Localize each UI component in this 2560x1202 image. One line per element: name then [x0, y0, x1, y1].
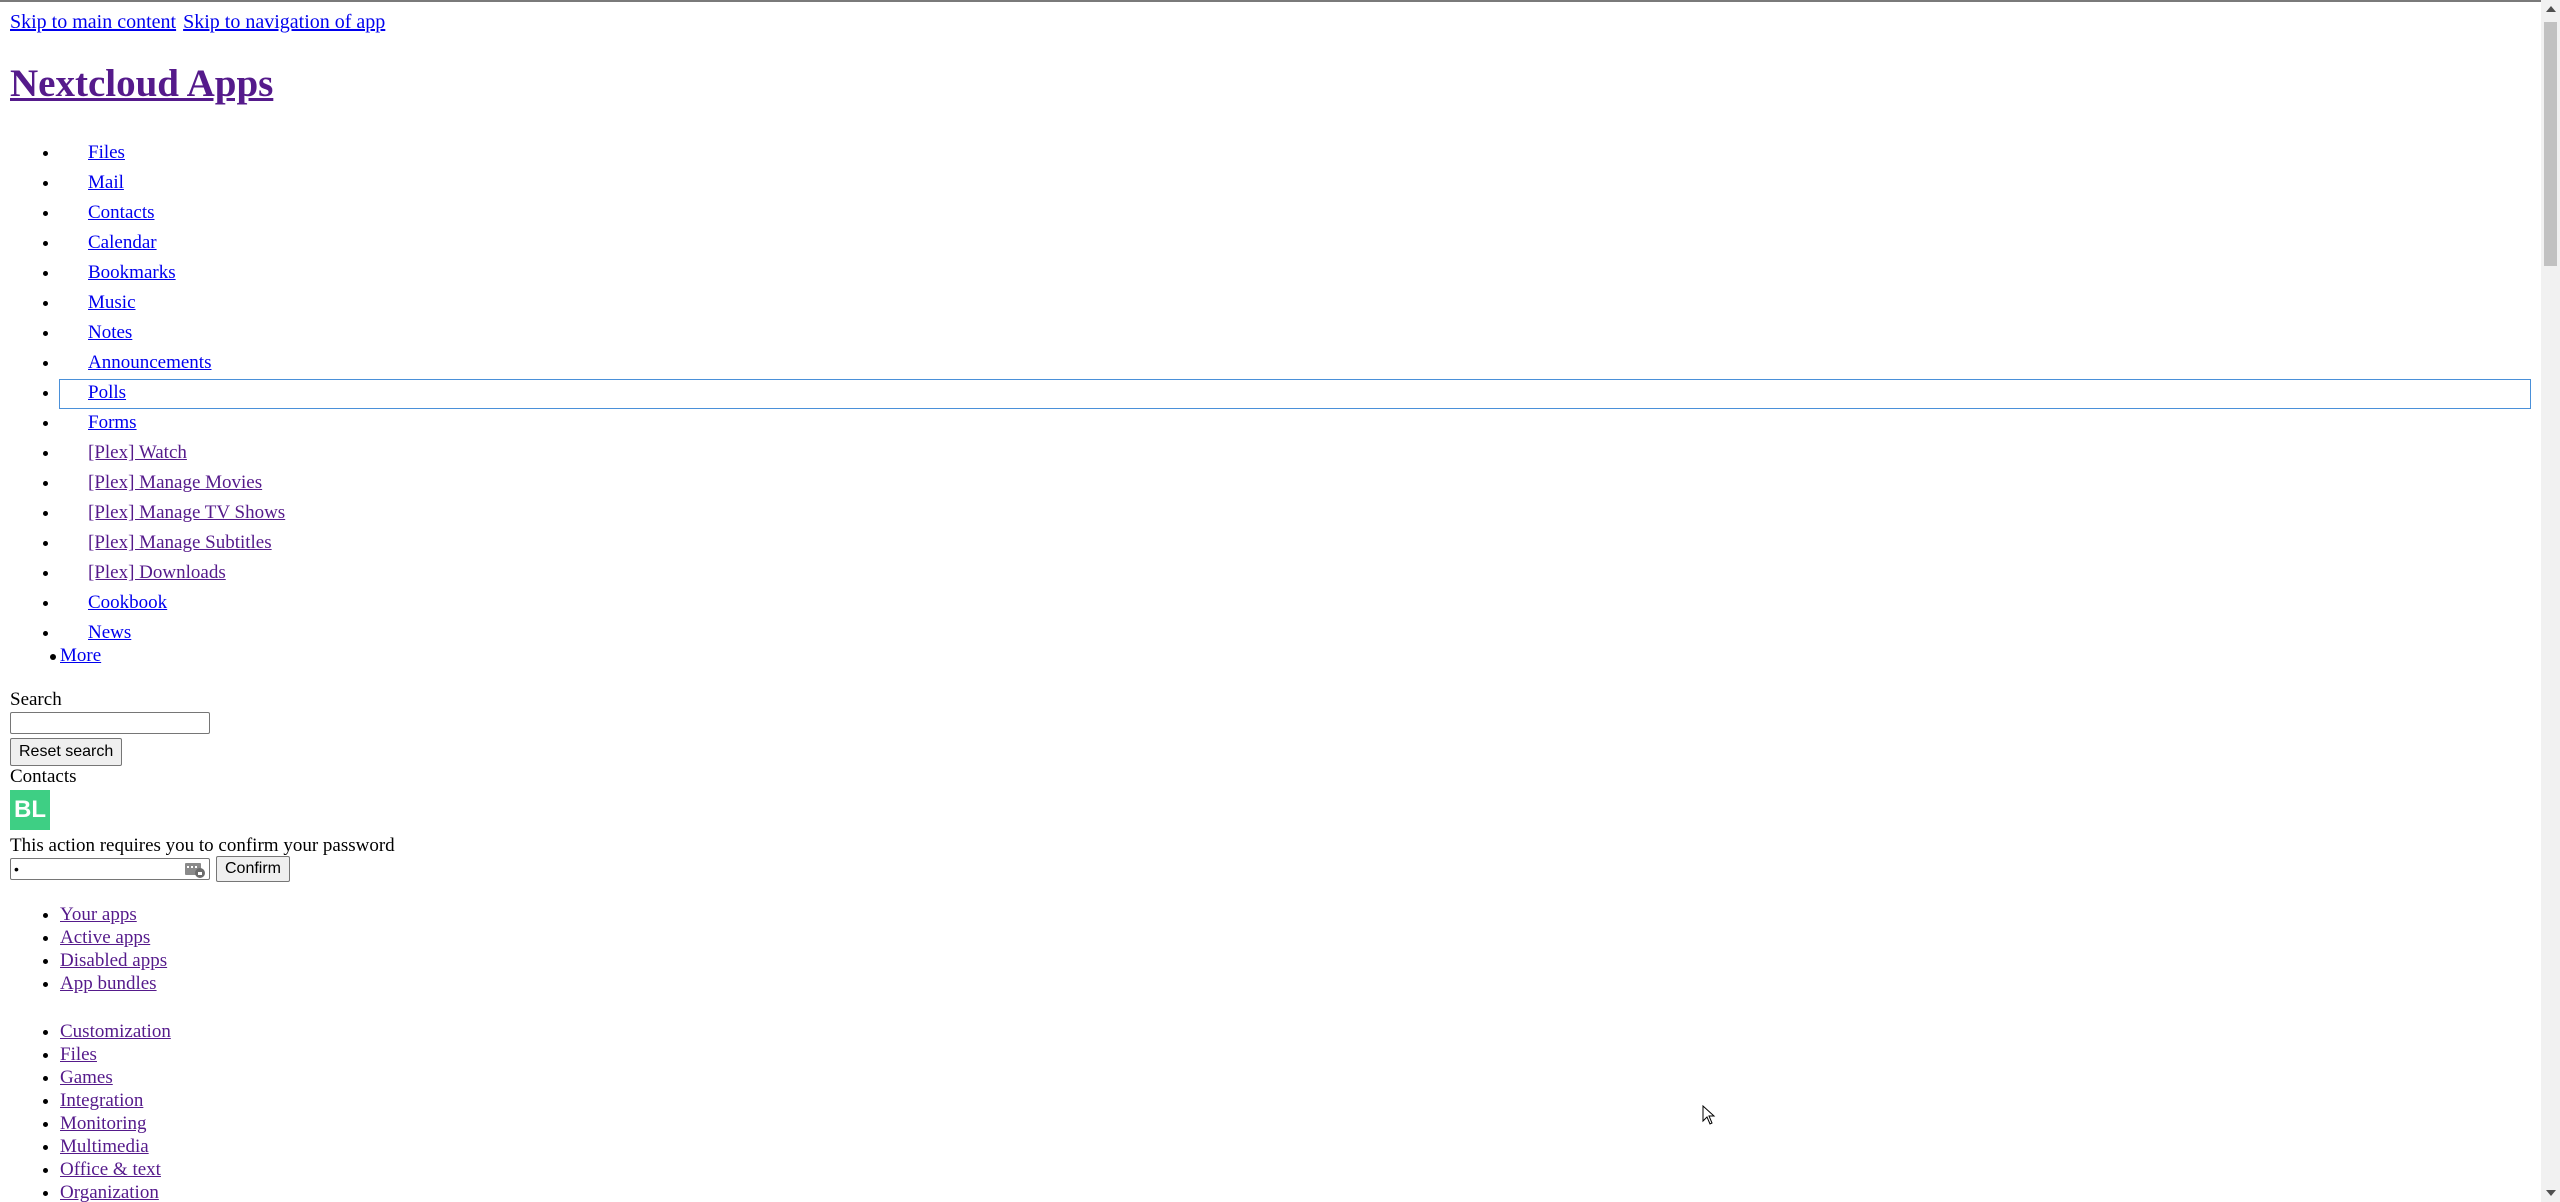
nav-item-calendar: Calendar	[60, 228, 2530, 258]
category-item: Files	[60, 1043, 171, 1066]
skip-to-main-link[interactable]: Skip to main content	[10, 11, 176, 33]
vertical-scrollbar[interactable]	[2541, 0, 2560, 1202]
filter-item: Disabled apps	[60, 949, 167, 972]
nav-item-bookmarks: Bookmarks	[60, 258, 2530, 288]
mouse-cursor-icon	[1702, 1105, 1716, 1125]
nav-link-plex-tv[interactable]: [Plex] Manage TV Shows	[88, 502, 285, 523]
app-filters: Your apps Active apps Disabled apps App …	[0, 903, 167, 995]
category-files[interactable]: Files	[60, 1044, 97, 1065]
category-organization[interactable]: Organization	[60, 1182, 159, 1202]
nav-item-announcements: Announcements	[60, 348, 2530, 378]
nav-link-plex-subtitles[interactable]: [Plex] Manage Subtitles	[88, 532, 272, 553]
scroll-down-arrow-icon[interactable]	[2546, 1190, 2556, 1196]
nav-item-polls: Polls	[59, 378, 2531, 409]
nav-item-plex-watch: [Plex] Watch	[60, 438, 2530, 468]
page-title: Nextcloud Apps	[10, 56, 273, 112]
nav-link-files[interactable]: Files	[88, 142, 125, 163]
scroll-thumb[interactable]	[2544, 22, 2557, 266]
nav-link-plex-movies[interactable]: [Plex] Manage Movies	[88, 472, 262, 493]
password-confirm-message: This action requires you to confirm your…	[10, 835, 395, 856]
category-item: Multimedia	[60, 1135, 171, 1158]
nav-link-cookbook[interactable]: Cookbook	[88, 592, 167, 613]
category-multimedia[interactable]: Multimedia	[60, 1136, 149, 1157]
skip-to-nav-link[interactable]: Skip to navigation of app	[183, 11, 385, 33]
category-monitoring[interactable]: Monitoring	[60, 1113, 147, 1134]
more-menu: More	[49, 642, 101, 670]
category-games[interactable]: Games	[60, 1067, 113, 1088]
reset-search-button[interactable]: Reset search	[10, 738, 123, 766]
category-item: Games	[60, 1066, 171, 1089]
filter-item: Your apps	[60, 903, 167, 926]
category-item: Monitoring	[60, 1112, 171, 1135]
nav-link-announcements[interactable]: Announcements	[88, 352, 211, 373]
nav-link-forms[interactable]: Forms	[88, 412, 137, 433]
nav-item-mail: Mail	[60, 168, 2530, 198]
nav-item-plex-tv: [Plex] Manage TV Shows	[60, 498, 2530, 528]
nav-item-files: Files	[60, 138, 2530, 168]
app-title-link[interactable]: Nextcloud Apps	[10, 62, 273, 105]
nav-item-cookbook: Cookbook	[60, 588, 2530, 618]
filter-app-bundles[interactable]: App bundles	[60, 973, 157, 994]
nav-item-contacts: Contacts	[60, 198, 2530, 228]
nav-link-plex-downloads[interactable]: [Plex] Downloads	[88, 562, 226, 583]
password-manager-icon[interactable]	[184, 861, 206, 879]
category-customization[interactable]: Customization	[60, 1021, 171, 1042]
category-item: Customization	[60, 1020, 171, 1043]
category-item: Organization	[60, 1181, 171, 1202]
filter-item: Active apps	[60, 926, 167, 949]
search-label: Search	[10, 689, 62, 710]
app-navigation: Files Mail Contacts Calendar Bookmarks M…	[0, 138, 2531, 648]
category-office-text[interactable]: Office & text	[60, 1159, 161, 1180]
nav-item-notes: Notes	[60, 318, 2530, 348]
filter-your-apps[interactable]: Your apps	[60, 904, 137, 925]
search-input[interactable]	[10, 712, 210, 734]
more-link[interactable]: More	[60, 645, 101, 666]
nav-link-contacts[interactable]: Contacts	[88, 202, 155, 223]
category-item: Integration	[60, 1089, 171, 1112]
nav-link-news[interactable]: News	[88, 622, 131, 643]
nav-link-notes[interactable]: Notes	[88, 322, 132, 343]
nav-item-music: Music	[60, 288, 2530, 318]
nav-item-plex-movies: [Plex] Manage Movies	[60, 468, 2530, 498]
category-integration[interactable]: Integration	[60, 1090, 143, 1111]
avatar[interactable]: BL	[10, 790, 50, 830]
nav-item-news: News	[60, 618, 2530, 648]
scroll-up-arrow-icon[interactable]	[2546, 6, 2556, 12]
filter-item: App bundles	[60, 972, 167, 995]
filter-disabled-apps[interactable]: Disabled apps	[60, 950, 167, 971]
nav-link-music[interactable]: Music	[88, 292, 136, 313]
nav-item-plex-downloads: [Plex] Downloads	[60, 558, 2530, 588]
nav-link-mail[interactable]: Mail	[88, 172, 124, 193]
category-item: Office & text	[60, 1158, 171, 1181]
nav-item-forms: Forms	[60, 408, 2530, 438]
filter-active-apps[interactable]: Active apps	[60, 927, 150, 948]
nav-item-plex-subtitles: [Plex] Manage Subtitles	[60, 528, 2530, 558]
nav-link-bookmarks[interactable]: Bookmarks	[88, 262, 176, 283]
top-border	[0, 0, 2541, 2]
app-categories: Customization Files Games Integration Mo…	[0, 1020, 171, 1202]
contacts-label: Contacts	[10, 766, 77, 787]
skip-links: Skip to main content Skip to navigation …	[10, 8, 387, 36]
confirm-button[interactable]: Confirm	[216, 856, 291, 882]
nav-link-calendar[interactable]: Calendar	[88, 232, 157, 253]
password-field[interactable]	[10, 858, 210, 880]
nav-link-plex-watch[interactable]: [Plex] Watch	[88, 442, 187, 463]
nav-link-polls[interactable]: Polls	[88, 382, 126, 403]
